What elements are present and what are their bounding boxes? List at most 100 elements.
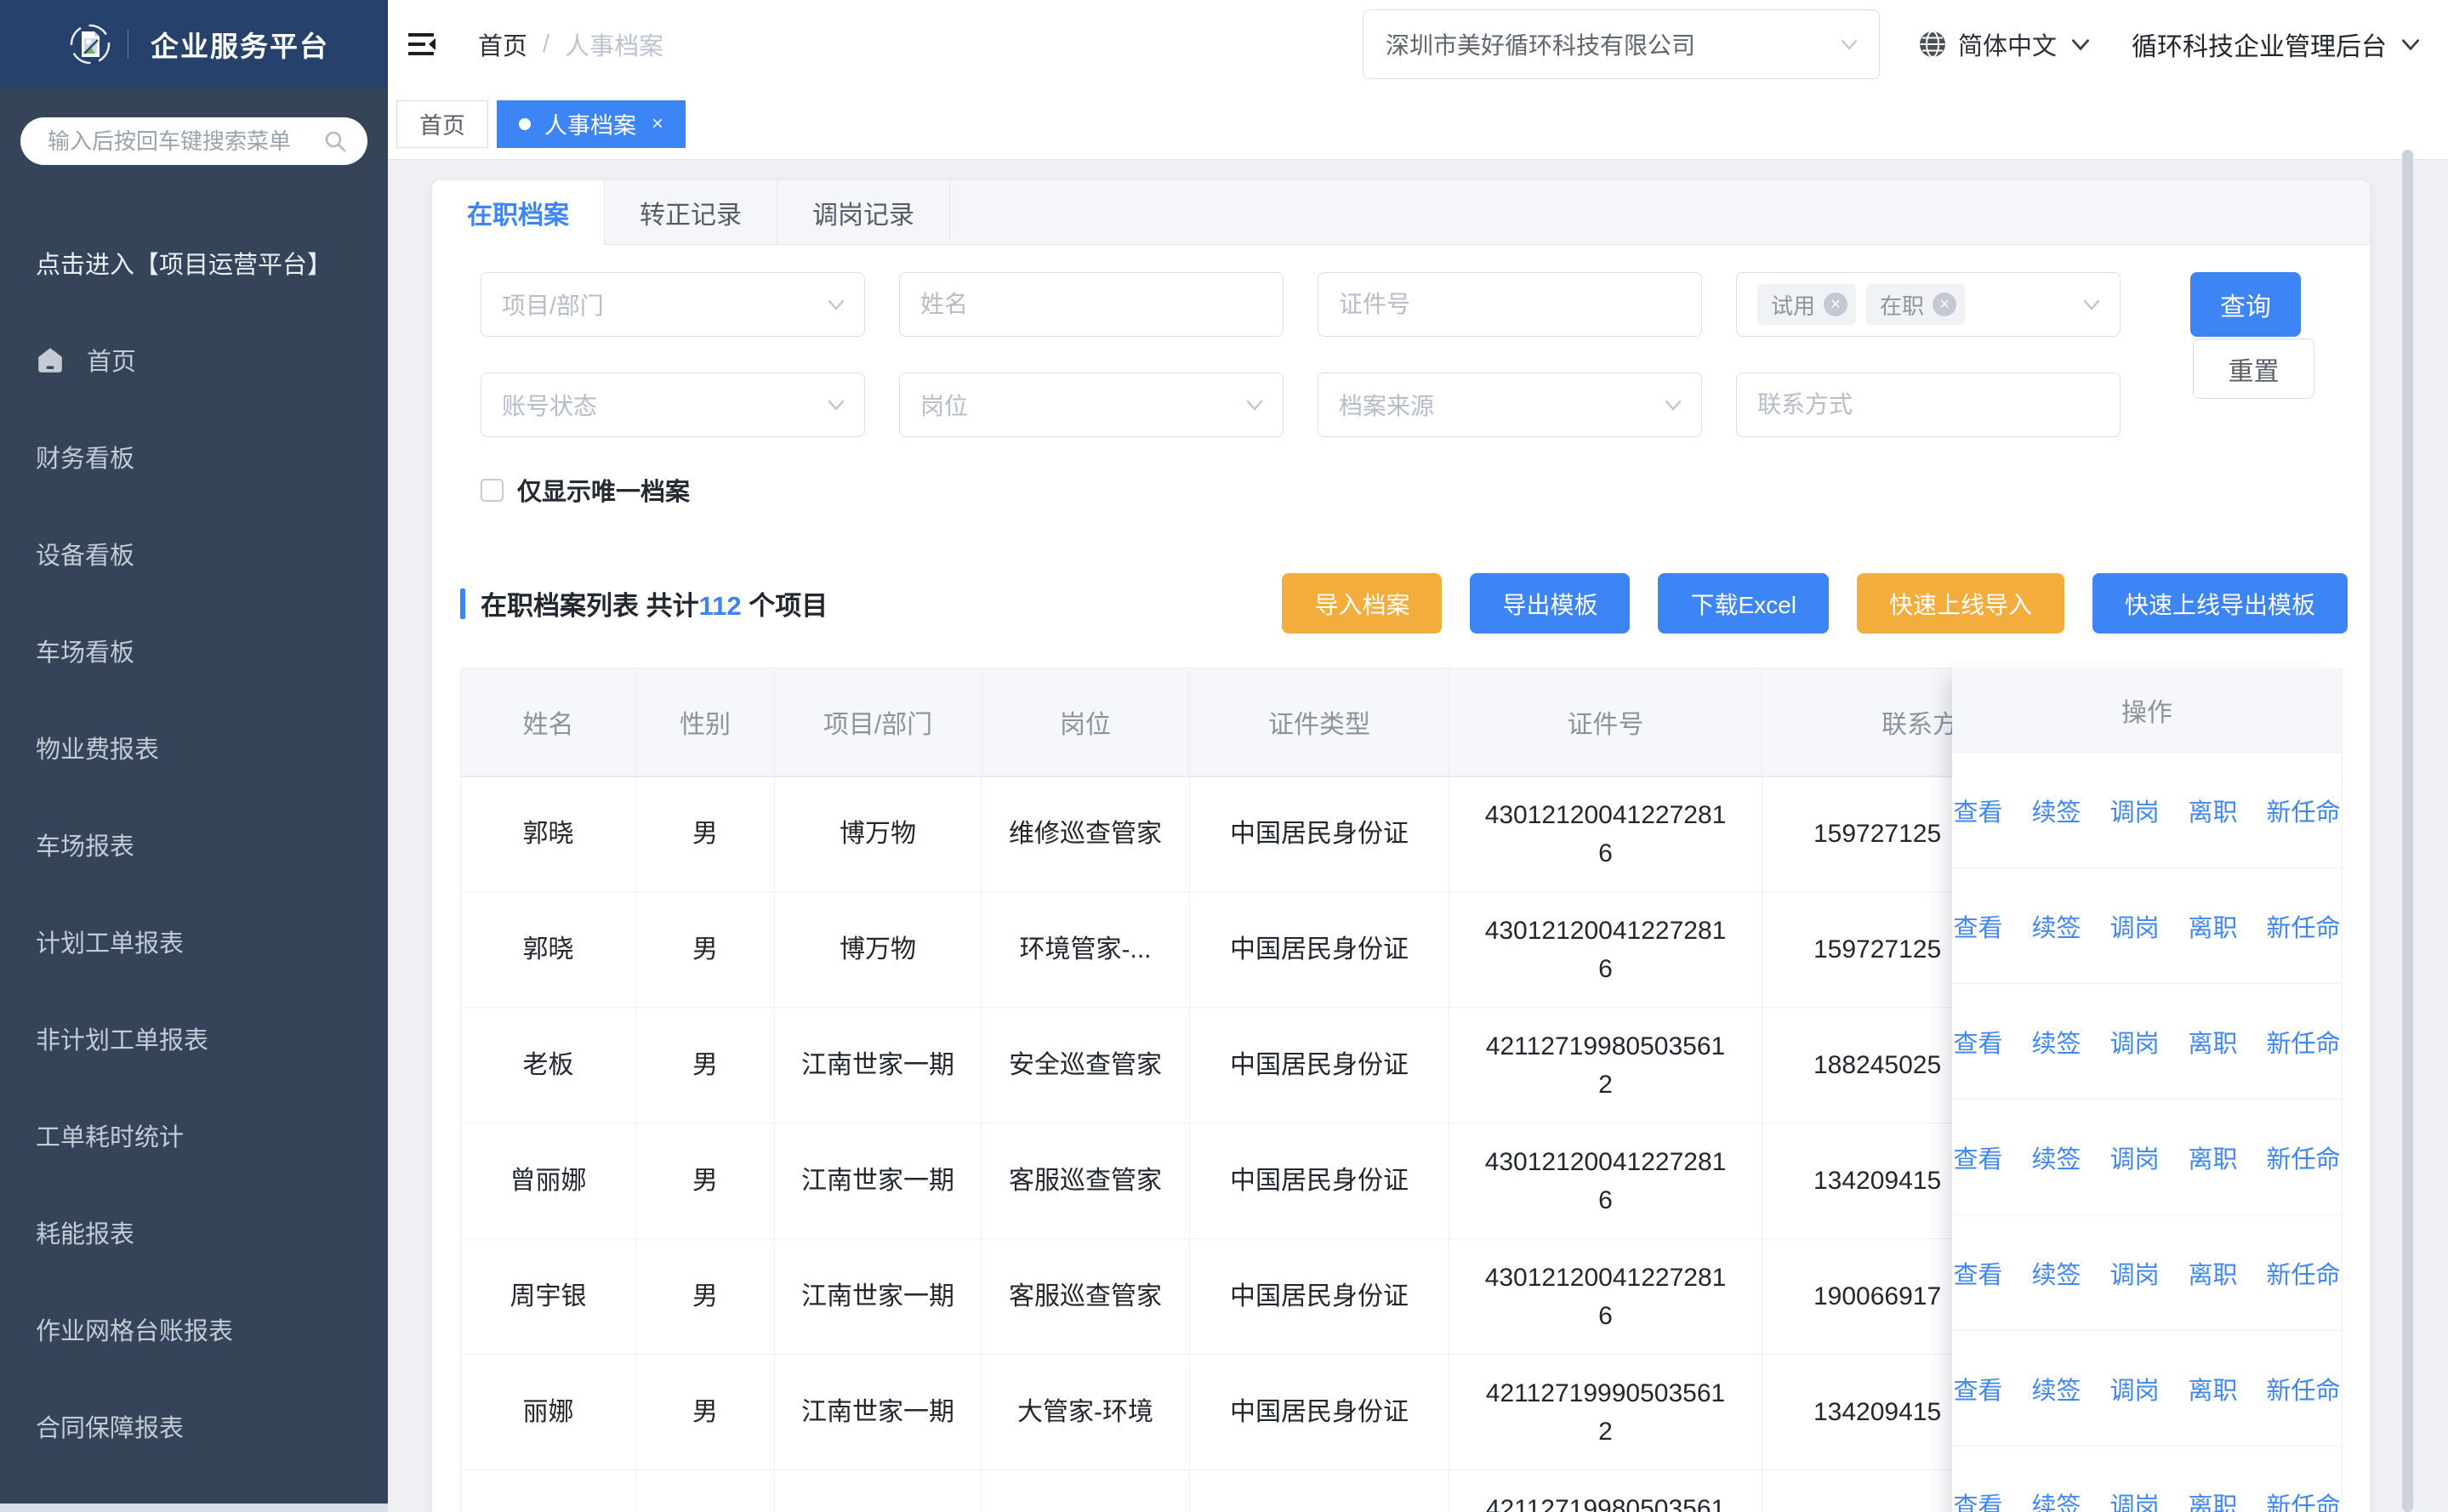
- cell-name: 曾丽娜: [461, 1123, 636, 1239]
- view-link[interactable]: 查看: [1953, 1255, 2002, 1291]
- resign-link[interactable]: 离职: [2189, 1140, 2238, 1175]
- cell-cert-type: 中国居民身份证: [1190, 1470, 1449, 1512]
- unique-archive-checkbox[interactable]: [481, 479, 504, 502]
- chevron-down-icon: [825, 293, 847, 315]
- transfer-link[interactable]: 调岗: [2109, 1371, 2159, 1407]
- resign-link[interactable]: 离职: [2189, 1371, 2238, 1407]
- renew-link[interactable]: 续签: [2031, 1255, 2081, 1291]
- new-appointment-link[interactable]: 新任命: [2267, 1024, 2341, 1060]
- company-select[interactable]: 深圳市美好循环科技有限公司: [1363, 9, 1880, 79]
- transfer-link[interactable]: 调岗: [2109, 908, 2159, 944]
- page-tab-current[interactable]: 人事档案 ×: [497, 100, 686, 148]
- admin-account-menu[interactable]: 循环科技企业管理后台: [2132, 26, 2422, 63]
- sidebar-bottom-scrollbar[interactable]: [0, 1503, 388, 1512]
- renew-link[interactable]: 续签: [2031, 1024, 2081, 1060]
- chevron-down-icon: [1838, 33, 1860, 55]
- view-link[interactable]: 查看: [1953, 1371, 2002, 1407]
- resign-link[interactable]: 离职: [2189, 908, 2238, 944]
- new-appointment-link[interactable]: 新任命: [2267, 1255, 2341, 1291]
- transfer-link[interactable]: 调岗: [2109, 1024, 2159, 1060]
- renew-link[interactable]: 续签: [2031, 793, 2081, 828]
- tab-active-records[interactable]: 在职档案: [432, 180, 605, 245]
- page-scrollbar-thumb[interactable]: [2402, 150, 2413, 1512]
- language-select[interactable]: 简体中文: [1917, 26, 2092, 62]
- sidebar-item-home[interactable]: 首页: [0, 311, 388, 408]
- renew-link[interactable]: 续签: [2031, 1140, 2081, 1175]
- transfer-link[interactable]: 调岗: [2109, 1255, 2159, 1291]
- new-appointment-link[interactable]: 新任命: [2267, 1140, 2341, 1175]
- sidebar-item[interactable]: 设备看板: [0, 505, 388, 602]
- resign-link[interactable]: 离职: [2189, 1024, 2238, 1060]
- sidebar-item-project-platform-banner[interactable]: 点击进入【项目运营平台】: [0, 214, 388, 311]
- transfer-link[interactable]: 调岗: [2109, 793, 2159, 828]
- toolbar-button[interactable]: 下载Excel: [1658, 573, 1828, 634]
- view-link[interactable]: 查看: [1953, 908, 2002, 944]
- new-appointment-link[interactable]: 新任命: [2267, 1371, 2341, 1407]
- sidebar-item[interactable]: 作业网格台账报表: [0, 1281, 388, 1378]
- chevron-down-icon: [2081, 293, 2103, 315]
- renew-link[interactable]: 续签: [2031, 1371, 2081, 1407]
- toolbar-button[interactable]: 导出模板: [1470, 573, 1630, 634]
- list-header: 在职档案列表 共计112 个项目 导入档案 导出模板 下载Excel 快速上线导…: [460, 573, 2348, 634]
- app-logo-icon: [70, 24, 111, 65]
- cell-position: 大管家-环境: [982, 1355, 1190, 1470]
- resign-link[interactable]: 离职: [2189, 1255, 2238, 1291]
- view-link[interactable]: 查看: [1953, 793, 2002, 828]
- cell-cert-type: 中国居民身份证: [1190, 892, 1449, 1008]
- account-status-select[interactable]: 账号状态: [481, 372, 865, 437]
- query-button[interactable]: 查询: [2190, 272, 2301, 337]
- employment-status-select[interactable]: 试用 × 在职 ×: [1736, 272, 2121, 337]
- new-appointment-link[interactable]: 新任命: [2267, 1486, 2341, 1512]
- cell-gender: 男: [636, 1008, 775, 1123]
- view-link[interactable]: 查看: [1953, 1140, 2002, 1175]
- remove-tag-icon[interactable]: ×: [1824, 293, 1847, 316]
- sidebar-item[interactable]: 耗能报表: [0, 1184, 388, 1281]
- transfer-link[interactable]: 调岗: [2109, 1140, 2159, 1175]
- renew-link[interactable]: 续签: [2031, 1486, 2081, 1512]
- sidebar-item[interactable]: 合同保障报表: [0, 1378, 388, 1475]
- name-input[interactable]: [920, 291, 1266, 318]
- cert-number-input[interactable]: [1339, 291, 1684, 318]
- resign-link[interactable]: 离职: [2189, 1486, 2238, 1512]
- app-title: 企业服务平台: [151, 24, 329, 65]
- new-appointment-link[interactable]: 新任命: [2267, 793, 2341, 828]
- renew-link[interactable]: 续签: [2031, 908, 2081, 944]
- logo-bar: 企业服务平台: [0, 0, 388, 88]
- project-department-select[interactable]: 项目/部门: [481, 272, 865, 337]
- sidebar-item[interactable]: 物业费报表: [0, 699, 388, 796]
- sidebar-item[interactable]: 车场看板: [0, 602, 388, 699]
- transfer-link[interactable]: 调岗: [2109, 1486, 2159, 1512]
- tab-regularization-records[interactable]: 转正记录: [605, 180, 777, 245]
- sidebar-item[interactable]: 财务看板: [0, 408, 388, 505]
- new-appointment-link[interactable]: 新任命: [2267, 908, 2341, 944]
- contact-input[interactable]: [1757, 391, 2103, 418]
- breadcrumb-home[interactable]: 首页: [478, 26, 527, 62]
- toolbar-button[interactable]: 导入档案: [1282, 573, 1442, 634]
- view-link[interactable]: 查看: [1953, 1486, 2002, 1512]
- cell-project: 博万物: [775, 892, 982, 1008]
- cell-name: 老板: [461, 1008, 636, 1123]
- sidebar-item[interactable]: 工单耗时统计: [0, 1087, 388, 1184]
- sidebar-search-input[interactable]: [48, 128, 323, 155]
- archive-source-select[interactable]: 档案来源: [1318, 372, 1702, 437]
- filter-panel: 项目/部门 试用 × 在职: [432, 245, 2370, 507]
- toolbar-button[interactable]: 快速上线导入: [1857, 573, 2064, 634]
- position-select[interactable]: 岗位: [899, 372, 1284, 437]
- toolbar-button[interactable]: 快速上线导出模板: [2092, 573, 2348, 634]
- list-count: 112: [699, 591, 742, 621]
- sidebar-item[interactable]: 计划工单报表: [0, 893, 388, 990]
- menu-fold-icon[interactable]: [403, 26, 441, 63]
- cell-name: 郭晓: [461, 776, 636, 892]
- cell-cert-no: 421127199805035612: [1449, 1470, 1762, 1512]
- tab-transfer-records[interactable]: 调岗记录: [777, 180, 950, 245]
- remove-tag-icon[interactable]: ×: [1933, 293, 1956, 316]
- close-icon[interactable]: ×: [652, 112, 663, 136]
- reset-button[interactable]: 重置: [2193, 338, 2314, 399]
- page-tab-home[interactable]: 首页: [396, 100, 488, 148]
- sidebar-item[interactable]: 非计划工单报表: [0, 990, 388, 1087]
- resign-link[interactable]: 离职: [2189, 793, 2238, 828]
- view-link[interactable]: 查看: [1953, 1024, 2002, 1060]
- cell-cert-type: 中国居民身份证: [1190, 1239, 1449, 1355]
- cell-project: 江南世家一期: [775, 1355, 982, 1470]
- sidebar-item[interactable]: 车场报表: [0, 796, 388, 893]
